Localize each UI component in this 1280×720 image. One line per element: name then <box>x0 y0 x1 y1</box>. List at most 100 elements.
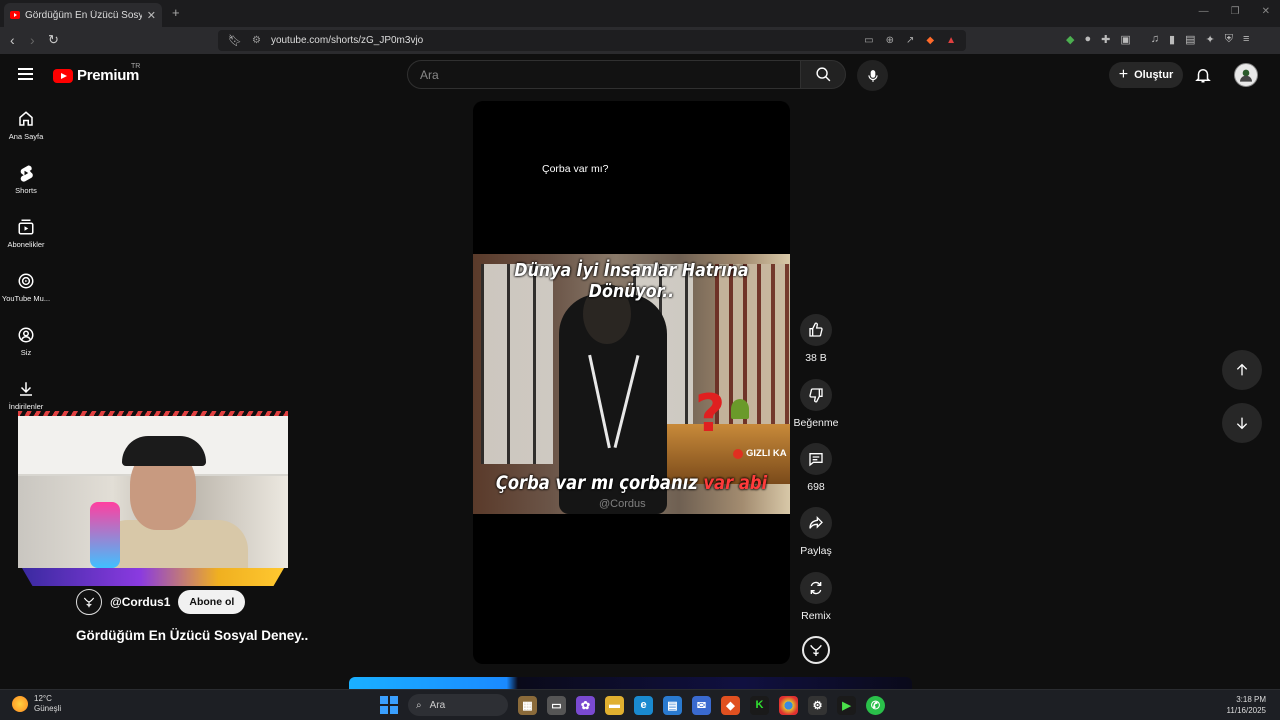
sidebar-item-youtube-music[interactable]: YouTube Mu... <box>0 272 52 303</box>
sidebar-item-home[interactable]: Ana Sayfa <box>0 110 52 141</box>
widget-app-icon[interactable]: ▦ <box>518 695 537 715</box>
sidebar-item-you[interactable]: Siz <box>0 326 52 357</box>
dislike-label: Beğenme <box>793 417 839 429</box>
download-icon <box>20 382 32 396</box>
share-page-icon[interactable]: ↗ <box>906 35 914 46</box>
chrome-icon[interactable] <box>779 695 798 715</box>
arrow-down-icon <box>1236 417 1248 430</box>
reload-icon[interactable]: ↻ <box>48 32 59 48</box>
sidebar-item-label: Ana Sayfa <box>8 132 44 141</box>
frame-caption-highlight: var abi <box>703 472 768 494</box>
thumbs-down-icon <box>809 388 823 403</box>
sidebar-icon[interactable]: ▮ <box>1169 33 1175 46</box>
dislike-button[interactable]: Beğenme <box>790 379 842 429</box>
webcam-overlay <box>18 416 288 568</box>
taskbar-search[interactable]: ⌕ Ara <box>408 694 508 716</box>
menu-icon[interactable]: ≡ <box>1243 33 1249 46</box>
bookmark-icon[interactable]: 🔖︎ <box>228 34 242 47</box>
channel-avatar[interactable] <box>76 589 102 615</box>
remix-label: Remix <box>801 610 831 622</box>
site-info-icon[interactable]: ⚙︎ <box>252 35 261 46</box>
search-button[interactable] <box>800 60 846 89</box>
rewards-icon[interactable]: ▲ <box>946 35 956 46</box>
notifications-icon[interactable] <box>1194 65 1212 85</box>
wallet-icon[interactable]: ▤ <box>1185 33 1195 46</box>
brave-shield-icon[interactable]: ◆ <box>926 35 934 46</box>
sidebar-item-subscriptions[interactable]: Abonelikler <box>0 218 52 249</box>
channel-handle[interactable]: @Cordus1 <box>110 595 170 609</box>
close-tab-icon[interactable]: ✕ <box>147 9 156 22</box>
whatsapp-icon[interactable]: ✆ <box>866 695 885 715</box>
weather-text: Güneşli <box>34 704 62 713</box>
browser-tab[interactable]: Gördüğüm En Üzücü Sosyal Deney.. ✕ <box>4 3 162 27</box>
subscribe-button[interactable]: Abone ol <box>178 590 246 614</box>
steam-icon[interactable]: ⚙︎ <box>808 695 827 715</box>
shorts-icon <box>20 165 33 182</box>
clock-time: 3:18 PM <box>1236 695 1266 704</box>
media-player-icon[interactable]: ▶ <box>837 695 856 715</box>
task-view-icon[interactable]: ▭ <box>547 695 566 715</box>
screenshot-icon[interactable]: ▣ <box>1120 33 1130 46</box>
brave-icon[interactable]: ◆ <box>721 695 740 715</box>
extension-icon[interactable]: ● <box>1084 33 1091 46</box>
weather-widget[interactable]: 12°C Güneşli <box>12 694 61 714</box>
store-icon[interactable]: ▤ <box>663 695 682 715</box>
sidebar-item-downloads[interactable]: İndirilenler <box>0 380 52 411</box>
sidebar-item-shorts[interactable]: Shorts <box>0 164 52 195</box>
share-icon <box>809 516 823 529</box>
youtube-premium-logo[interactable]: Premium TR <box>53 63 140 84</box>
frame-caption-top: Dünya İyi İnsanlar Hatrına Dönüyor.. <box>514 260 749 302</box>
plant <box>731 399 749 419</box>
logo-text: Premium <box>77 67 140 84</box>
leo-icon[interactable]: ✦ <box>1205 33 1214 46</box>
windows-start-icon[interactable] <box>380 696 398 714</box>
create-button[interactable]: + Oluştur <box>1109 62 1183 88</box>
account-avatar[interactable] <box>1234 63 1258 87</box>
shorts-player[interactable]: Çorba var mı? ? GIZLI KA Dünya İyi İnsan… <box>473 101 790 664</box>
video-frame[interactable]: ? GIZLI KA Dünya İyi İnsanlar Hatrına Dö… <box>473 254 790 514</box>
forward-icon[interactable]: › <box>30 32 35 48</box>
extension-icon[interactable]: ◆ <box>1066 33 1074 46</box>
browser-toolbar: ‹ › ↻ 🔖︎ ⚙︎ youtube.com/shorts/zG_JP0m3v… <box>0 27 1280 54</box>
system-clock[interactable]: 3:18 PM 11/16/2025 <box>1227 694 1266 716</box>
vpn-icon[interactable]: ⛨ <box>1225 33 1233 46</box>
user-icon <box>18 327 34 343</box>
puzzle-icon[interactable]: ✚ <box>1101 33 1110 46</box>
mail-icon[interactable]: ✉ <box>692 695 711 715</box>
cast-icon[interactable]: ▭ <box>864 35 873 46</box>
copilot-icon[interactable]: ✿ <box>576 695 595 715</box>
share-button[interactable]: Paylaş <box>790 507 842 557</box>
search-icon <box>815 67 830 82</box>
close-window-icon[interactable]: ✕ <box>1262 6 1270 17</box>
hidden-camera-badge: GIZLI KA <box>733 448 787 459</box>
back-icon[interactable]: ‹ <box>10 32 15 48</box>
bottom-glow-decoration <box>349 677 912 689</box>
taskbar-apps: ⌕ Ara ▦ ▭ ✿ ▬ e ▤ ✉ ◆ K ⚙︎ ▶ ✆ <box>380 694 885 716</box>
like-button[interactable]: 38 B <box>790 314 842 364</box>
music-icon[interactable]: ♫ <box>1151 33 1159 46</box>
channel-avatar-button[interactable] <box>802 636 830 664</box>
remix-button[interactable]: Remix <box>790 572 842 622</box>
file-explorer-icon[interactable]: ▬ <box>605 695 624 715</box>
edge-icon[interactable]: e <box>634 695 653 715</box>
previous-short-button[interactable] <box>1222 350 1262 390</box>
comments-button[interactable]: 698 <box>790 443 842 493</box>
address-bar[interactable]: 🔖︎ ⚙︎ youtube.com/shorts/zG_JP0m3vjo ▭ ⊕… <box>218 30 966 51</box>
next-short-button[interactable] <box>1222 403 1262 443</box>
video-title[interactable]: Gördüğüm En Üzücü Sosyal Deney.. <box>76 628 308 643</box>
comment-icon <box>809 453 823 467</box>
channel-row: @Cordus1 Abone ol <box>76 589 246 615</box>
menu-icon[interactable] <box>18 68 33 80</box>
sun-icon <box>12 696 28 712</box>
taskbar-search-label: Ara <box>429 699 446 711</box>
voice-search-button[interactable] <box>857 60 888 91</box>
arrow-up-icon <box>1236 363 1248 376</box>
sidebar-item-label: Abonelikler <box>7 240 45 249</box>
new-tab-icon[interactable]: + <box>172 5 180 20</box>
zoom-icon[interactable]: ⊕ <box>886 35 894 46</box>
comment-count: 698 <box>807 481 825 493</box>
minimize-icon[interactable]: — <box>1199 6 1209 17</box>
search-input[interactable]: Ara <box>407 60 801 89</box>
kick-icon[interactable]: K <box>750 695 769 715</box>
restore-icon[interactable]: ❐ <box>1231 6 1240 17</box>
